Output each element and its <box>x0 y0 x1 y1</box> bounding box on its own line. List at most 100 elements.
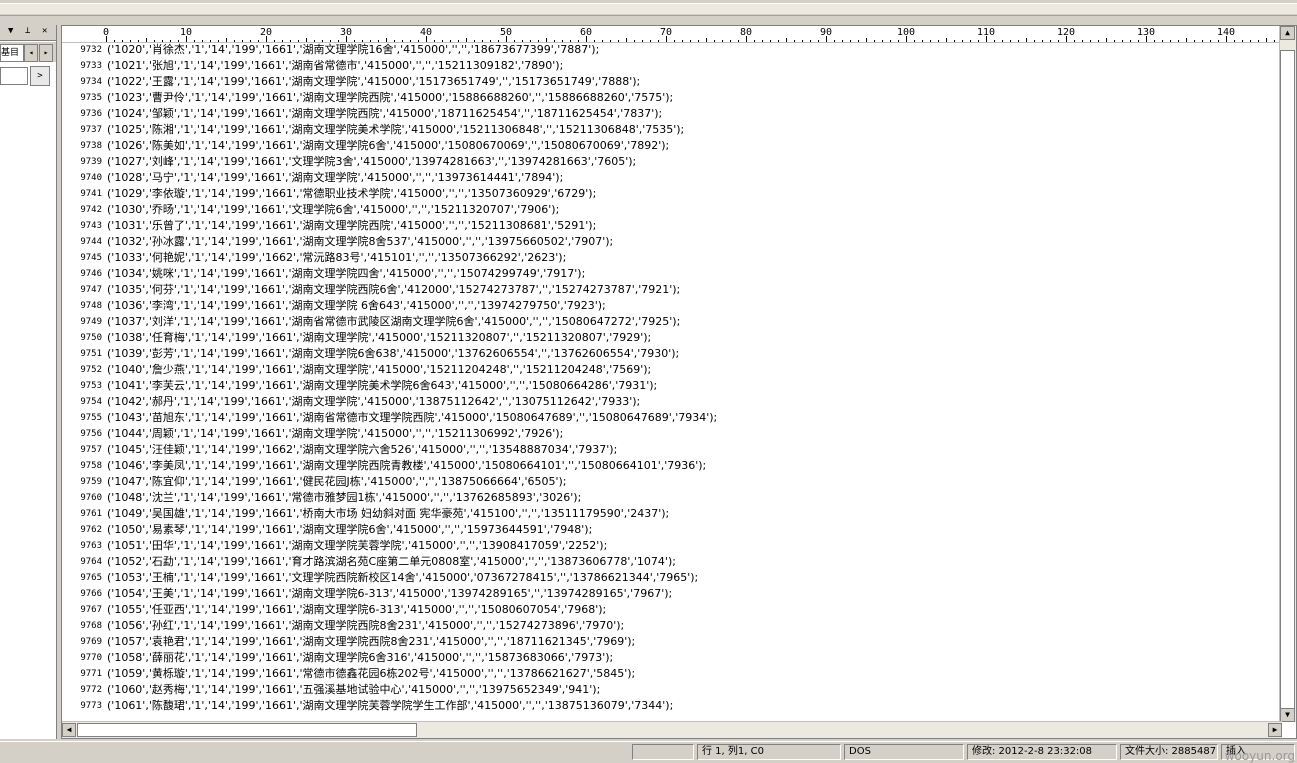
horizontal-scrollbar[interactable]: ◀ ▶ <box>62 721 1282 738</box>
scroll-right-button[interactable]: ▶ <box>1268 723 1282 737</box>
scroll-up-button[interactable]: ▲ <box>1280 26 1295 40</box>
line-text[interactable]: ('1052','石勐','1','14','199','1661','育才路滨… <box>107 554 676 570</box>
text-line[interactable]: 9740 ('1028','马宁','1','14','199','1661','… <box>62 170 1282 186</box>
text-line[interactable]: 9773 ('1061','陈馥珺','1','14','199','1661',… <box>62 698 1282 714</box>
line-text[interactable]: ('1056','孙红','1','14','199','1661','湖南文理… <box>107 618 624 634</box>
text-line[interactable]: 9766 ('1054','王美','1','14','199','1661','… <box>62 586 1282 602</box>
horizontal-scroll-thumb[interactable] <box>77 723 417 737</box>
text-line[interactable]: 9770 ('1058','薛丽花','1','14','199','1661',… <box>62 650 1282 666</box>
line-text[interactable]: ('1060','赵秀梅','1','14','199','1661','五强溪… <box>107 682 600 698</box>
text-line[interactable]: 9753 ('1041','李芙云','1','14','199','1661',… <box>62 378 1282 394</box>
line-text[interactable]: ('1025','陈湘','1','14','199','1661','湖南文理… <box>107 122 684 138</box>
text-line[interactable]: 9759 ('1047','陈宜仰','1','14','199','1661',… <box>62 474 1282 490</box>
text-line[interactable]: 9761 ('1049','吴国雄','1','14','199','1661',… <box>62 506 1282 522</box>
line-text[interactable]: ('1045','汪佳颖','1','14','199','1662','湖南文… <box>107 442 617 458</box>
editor-lines[interactable]: 9732 ('1020','肖徐杰','1','14','199','1661',… <box>62 42 1282 714</box>
text-line[interactable]: 9749 ('1037','刘洋','1','14','199','1661','… <box>62 314 1282 330</box>
text-line[interactable]: 9747 ('1035','何芬','1','14','199','1661','… <box>62 282 1282 298</box>
text-line[interactable]: 9738 ('1026','陈美如','1','14','199','1661',… <box>62 138 1282 154</box>
text-line[interactable]: 9760 ('1048','沈兰','1','14','199','1661','… <box>62 490 1282 506</box>
text-line[interactable]: 9755 ('1043','苗旭东','1','14','199','1661',… <box>62 410 1282 426</box>
vertical-scrollbar[interactable]: ▲ ▼ <box>1279 26 1296 722</box>
go-button[interactable]: > <box>30 66 50 86</box>
text-line[interactable]: 9750 ('1038','任育梅','1','14','199','1661',… <box>62 330 1282 346</box>
line-text[interactable]: ('1036','李湾','1','14','199','1661','湖南文理… <box>107 298 606 314</box>
line-text[interactable]: ('1022','王露','1','14','199','1661','湖南文理… <box>107 74 640 90</box>
text-line[interactable]: 9768 ('1056','孙红','1','14','199','1661','… <box>62 618 1282 634</box>
line-text[interactable]: ('1044','周颖','1','14','199','1661','湖南文理… <box>107 426 563 442</box>
line-text[interactable]: ('1021','张旭','1','14','199','1661','湖南省常… <box>107 58 563 74</box>
line-text[interactable]: ('1043','苗旭东','1','14','199','1661','湖南省… <box>107 410 717 426</box>
line-text[interactable]: ('1048','沈兰','1','14','199','1661','常德市雅… <box>107 490 581 506</box>
line-text[interactable]: ('1061','陈馥珺','1','14','199','1661','湖南文… <box>107 698 673 714</box>
text-line[interactable]: 9735 ('1023','曹尹伶','1','14','199','1661',… <box>62 90 1282 106</box>
line-text[interactable]: ('1030','乔旸','1','14','199','1661','文理学院… <box>107 202 559 218</box>
line-text[interactable]: ('1031','乐曾了','1','14','199','1661','湖南文… <box>107 218 596 234</box>
text-line[interactable]: 9741 ('1029','李依璇','1','14','199','1661',… <box>62 186 1282 202</box>
line-text[interactable]: ('1047','陈宜仰','1','14','199','1661','健民花… <box>107 474 567 490</box>
tab-directory[interactable]: 基目录 <box>0 44 24 62</box>
text-line[interactable]: 9734 ('1022','王露','1','14','199','1661','… <box>62 74 1282 90</box>
text-line[interactable]: 9758 ('1046','李美凤','1','14','199','1661',… <box>62 458 1282 474</box>
text-line[interactable]: 9751 ('1039','彭芳','1','14','199','1661','… <box>62 346 1282 362</box>
line-text[interactable]: ('1028','马宁','1','14','199','1661','湖南文理… <box>107 170 563 186</box>
line-text[interactable]: ('1034','姚咪','1','14','199','1661','湖南文理… <box>107 266 585 282</box>
line-text[interactable]: ('1038','任育梅','1','14','199','1661','湖南文… <box>107 330 651 346</box>
text-line[interactable]: 9733 ('1021','张旭','1','14','199','1661','… <box>62 58 1282 74</box>
text-line[interactable]: 9767 ('1055','任亚西','1','14','199','1661',… <box>62 602 1282 618</box>
line-text[interactable]: ('1059','黄栎璇','1','14','199','1661','常德市… <box>107 666 635 682</box>
text-line[interactable]: 9737 ('1025','陈湘','1','14','199','1661','… <box>62 122 1282 138</box>
scroll-left-button[interactable]: ◀ <box>62 723 76 737</box>
line-text[interactable]: ('1033','何艳妮','1','14','199','1662','常沅路… <box>107 250 566 266</box>
text-editor[interactable]: 0 10 20 30 40 50 60 70 80 90 100 110 120 130 140 9732 (… <box>61 25 1297 739</box>
line-text[interactable]: ('1035','何芬','1','14','199','1661','湖南文理… <box>107 282 680 298</box>
text-line[interactable]: 9748 ('1036','李湾','1','14','199','1661','… <box>62 298 1282 314</box>
text-line[interactable]: 9771 ('1059','黄栎璇','1','14','199','1661',… <box>62 666 1282 682</box>
line-text[interactable]: ('1041','李芙云','1','14','199','1661','湖南文… <box>107 378 657 394</box>
path-input[interactable] <box>0 67 28 85</box>
panel-close-icon[interactable]: ✕ <box>42 26 47 36</box>
vertical-scroll-thumb[interactable] <box>1280 50 1295 710</box>
text-line[interactable]: 9746 ('1034','姚咪','1','14','199','1661','… <box>62 266 1282 282</box>
line-text[interactable]: ('1023','曹尹伶','1','14','199','1661','湖南文… <box>107 90 673 106</box>
line-text[interactable]: ('1029','李依璇','1','14','199','1661','常德职… <box>107 186 596 202</box>
text-line[interactable]: 9736 ('1024','邹颖','1','14','199','1661','… <box>62 106 1282 122</box>
line-text[interactable]: ('1037','刘洋','1','14','199','1661','湖南省常… <box>107 314 680 330</box>
line-text[interactable]: ('1040','詹少燕','1','14','199','1661','湖南文… <box>107 362 651 378</box>
tab-prev-button[interactable]: ◂ <box>24 44 38 62</box>
line-text[interactable]: ('1020','肖徐杰','1','14','199','1661','湖南文… <box>107 42 599 58</box>
tab-next-button[interactable]: ▸ <box>39 44 53 62</box>
text-line[interactable]: 9763 ('1051','田华','1','14','199','1661','… <box>62 538 1282 554</box>
text-line[interactable]: 9743 ('1031','乐曾了','1','14','199','1661',… <box>62 218 1282 234</box>
text-line[interactable]: 9772 ('1060','赵秀梅','1','14','199','1661',… <box>62 682 1282 698</box>
text-line[interactable]: 9744 ('1032','孙冰露','1','14','199','1661',… <box>62 234 1282 250</box>
line-text[interactable]: ('1058','薛丽花','1','14','199','1661','湖南文… <box>107 650 613 666</box>
line-text[interactable]: ('1054','王美','1','14','199','1661','湖南文理… <box>107 586 672 602</box>
line-text[interactable]: ('1032','孙冰露','1','14','199','1661','湖南文… <box>107 234 613 250</box>
text-line[interactable]: 9757 ('1045','汪佳颖','1','14','199','1662',… <box>62 442 1282 458</box>
text-line[interactable]: 9769 ('1057','袁艳君','1','14','199','1661',… <box>62 634 1282 650</box>
text-line[interactable]: 9752 ('1040','詹少燕','1','14','199','1661',… <box>62 362 1282 378</box>
text-line[interactable]: 9742 ('1030','乔旸','1','14','199','1661','… <box>62 202 1282 218</box>
line-text[interactable]: ('1057','袁艳君','1','14','199','1661','湖南文… <box>107 634 635 650</box>
line-text[interactable]: ('1046','李美凤','1','14','199','1661','湖南文… <box>107 458 706 474</box>
line-text[interactable]: ('1027','刘峰','1','14','199','1661','文理学院… <box>107 154 636 170</box>
line-text[interactable]: ('1055','任亚西','1','14','199','1661','湖南文… <box>107 602 606 618</box>
panel-pin-icon[interactable]: ⊥ <box>25 26 30 36</box>
line-text[interactable]: ('1039','彭芳','1','14','199','1661','湖南文理… <box>107 346 679 362</box>
line-text[interactable]: ('1042','郝丹','1','14','199','1661','湖南文理… <box>107 394 640 410</box>
text-line[interactable]: 9745 ('1033','何艳妮','1','14','199','1662',… <box>62 250 1282 266</box>
line-text[interactable]: ('1051','田华','1','14','199','1661','湖南文理… <box>107 538 607 554</box>
panel-dropdown-icon[interactable]: ▼ <box>8 26 13 36</box>
text-line[interactable]: 9754 ('1042','郝丹','1','14','199','1661','… <box>62 394 1282 410</box>
line-text[interactable]: ('1053','王楠','1','14','199','1661','文理学院… <box>107 570 698 586</box>
text-line[interactable]: 9756 ('1044','周颖','1','14','199','1661','… <box>62 426 1282 442</box>
line-text[interactable]: ('1050','易素琴','1','14','199','1661','湖南文… <box>107 522 592 538</box>
line-text[interactable]: ('1024','邹颖','1','14','199','1661','湖南文理… <box>107 106 662 122</box>
scroll-down-button[interactable]: ▼ <box>1280 708 1295 722</box>
text-line[interactable]: 9765 ('1053','王楠','1','14','199','1661','… <box>62 570 1282 586</box>
line-text[interactable]: ('1026','陈美如','1','14','199','1661','湖南文… <box>107 138 669 154</box>
line-text[interactable]: ('1049','吴国雄','1','14','199','1661','桥南大… <box>107 506 669 522</box>
text-line[interactable]: 9739 ('1027','刘峰','1','14','199','1661','… <box>62 154 1282 170</box>
text-line[interactable]: 9732 ('1020','肖徐杰','1','14','199','1661',… <box>62 42 1282 58</box>
